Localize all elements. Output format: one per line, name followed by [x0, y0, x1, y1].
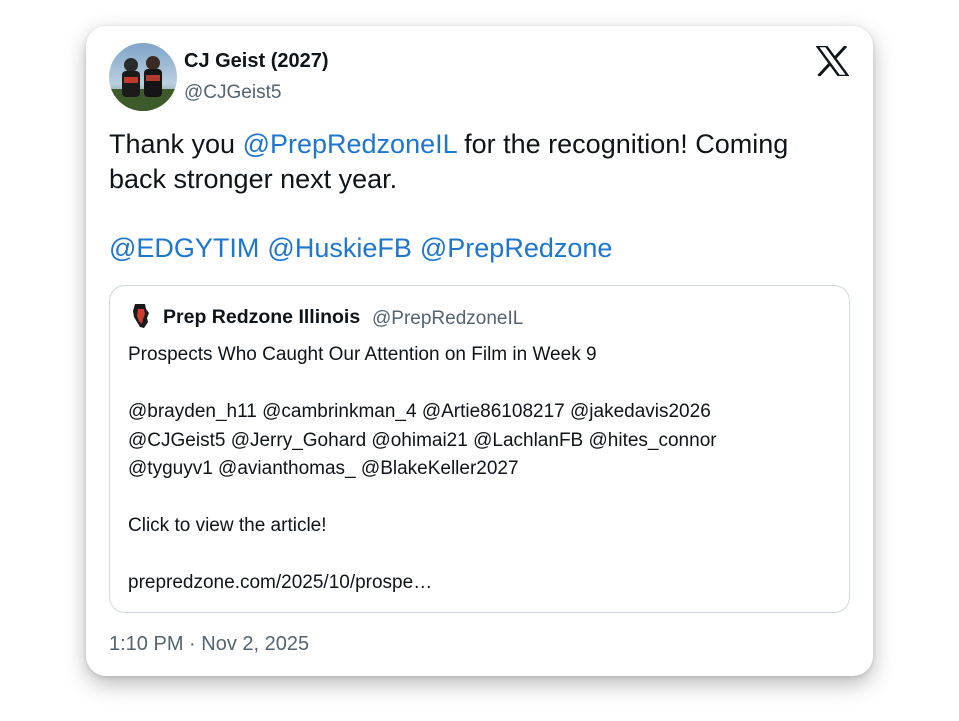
tweet-text-part1: Thank you: [109, 129, 243, 159]
tweet-mention-link[interactable]: @PrepRedzoneIL: [243, 129, 457, 159]
quote-headline: Prospects Who Caught Our Attention on Fi…: [128, 344, 597, 365]
author-name[interactable]: CJ Geist (2027): [184, 50, 329, 73]
x-logo-icon[interactable]: [814, 44, 851, 78]
quote-mentions-line: @brayden_h11 @cambrinkman_4 @Artie861082…: [128, 401, 711, 422]
tweet-card: CJ Geist (2027) @CJGeist5 Thank you @Pre…: [86, 26, 873, 676]
tweet-mentions: @EDGYTIM @HuskieFB @PrepRedzone: [109, 231, 620, 266]
quote-link[interactable]: prepredzone.com/2025/10/prospe…: [128, 569, 828, 598]
quote-mentions-line: @tyguyv1 @avianthomas_ @BlakeKeller2027: [128, 458, 519, 479]
mention-link[interactable]: @EDGYTIM: [109, 233, 259, 263]
quoted-tweet[interactable]: Prep Redzone Illinois @PrepRedzoneIL Pro…: [109, 285, 850, 613]
quote-author-handle[interactable]: @PrepRedzoneIL: [372, 308, 523, 330]
mention-link[interactable]: @PrepRedzone: [420, 233, 613, 263]
tweet-timestamp[interactable]: 1:10 PM · Nov 2, 2025: [109, 633, 309, 656]
quote-cta: Click to view the article!: [128, 515, 327, 536]
avatar[interactable]: [109, 43, 177, 111]
author-handle[interactable]: @CJGeist5: [184, 82, 281, 104]
quote-author-name[interactable]: Prep Redzone Illinois: [163, 306, 360, 329]
mention-link[interactable]: @HuskieFB: [267, 233, 411, 263]
illinois-state-logo-icon: [130, 303, 152, 329]
quote-mentions-line: @CJGeist5 @Jerry_Gohard @ohimai21 @Lachl…: [128, 429, 717, 451]
tweet-text: Thank you @PrepRedzoneIL for the recogni…: [109, 127, 849, 197]
quote-text: Prospects Who Caught Our Attention on Fi…: [128, 341, 828, 598]
